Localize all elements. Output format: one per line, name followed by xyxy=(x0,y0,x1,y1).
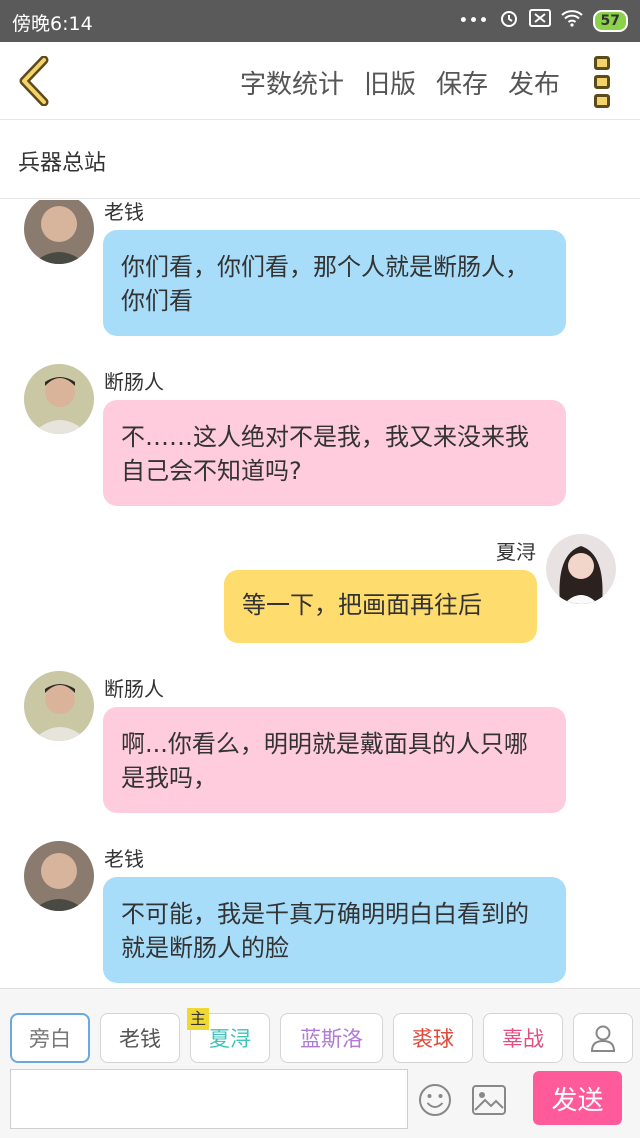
sim-off-icon xyxy=(528,9,551,32)
character-selector: 旁白 老钱 主 夏浔 蓝斯洛 裘球 辜战 xyxy=(10,1008,633,1063)
person-icon xyxy=(590,1025,616,1052)
sender-name: 老钱 xyxy=(104,200,144,224)
message-bubble[interactable]: 不……这人绝对不是我，我又来没来我自己会不知道吗? xyxy=(103,400,566,506)
battery-icon: 57 xyxy=(592,9,628,32)
publish-button[interactable]: 发布 xyxy=(508,64,560,101)
character-button-lansiluo[interactable]: 蓝斯洛 xyxy=(280,1013,383,1063)
smiley-icon xyxy=(419,1084,451,1116)
sender-name: 断肠人 xyxy=(104,677,164,701)
character-label: 老钱 xyxy=(119,1027,161,1051)
chat-area[interactable]: 老钱 你们看，你们看，那个人就是断肠人，你们看 断肠人 不……这人绝对不是我，我… xyxy=(0,200,640,988)
dots-icon: ••• xyxy=(458,10,489,31)
character-label: 裘球 xyxy=(412,1027,454,1051)
status-icons: ••• 57 xyxy=(458,8,628,33)
wifi-icon xyxy=(560,9,583,32)
character-button-qiuqiu[interactable]: 裘球 xyxy=(393,1013,473,1063)
message-bubble[interactable]: 不可能，我是千真万确明明白白看到的就是断肠人的脸 xyxy=(103,877,566,983)
sender-name: 老钱 xyxy=(104,847,144,871)
add-character-button[interactable] xyxy=(573,1013,633,1063)
avatar-duanchangren[interactable] xyxy=(24,671,94,741)
character-button-narrator[interactable]: 旁白 xyxy=(10,1013,90,1063)
status-time: 傍晚6:14 xyxy=(12,13,93,35)
composer-panel: 旁白 老钱 主 夏浔 蓝斯洛 裘球 辜战 发送 xyxy=(0,988,640,1138)
avatar-duanchangren[interactable] xyxy=(24,364,94,434)
image-icon xyxy=(472,1085,506,1115)
image-button[interactable] xyxy=(472,1085,506,1115)
character-label: 夏浔 xyxy=(209,1027,251,1051)
old-version-button[interactable]: 旧版 xyxy=(364,64,416,101)
top-bar: 字数统计 旧版 保存 发布 xyxy=(0,42,640,120)
character-button-guzhan[interactable]: 辜战 xyxy=(483,1013,563,1063)
character-label: 蓝斯洛 xyxy=(300,1027,363,1051)
character-button-xiaxun[interactable]: 主 夏浔 xyxy=(187,1008,270,1063)
save-button[interactable]: 保存 xyxy=(436,64,488,101)
back-button[interactable] xyxy=(14,55,54,107)
send-button[interactable]: 发送 xyxy=(533,1071,622,1125)
word-count-button[interactable]: 字数统计 xyxy=(240,64,344,101)
character-label: 辜战 xyxy=(502,1027,544,1051)
chevron-left-icon xyxy=(19,55,49,107)
character-button-laoqian[interactable]: 老钱 xyxy=(100,1013,180,1063)
message-bubble[interactable]: 啊...你看么，明明就是戴面具的人只哪是我吗， xyxy=(103,707,566,813)
group-name[interactable]: 兵器总站 xyxy=(18,145,106,177)
message-input[interactable] xyxy=(10,1069,408,1129)
more-menu-icon[interactable] xyxy=(594,56,614,108)
status-bar: 傍晚6:14 ••• 57 xyxy=(0,0,640,42)
sender-name: 夏浔 xyxy=(496,540,536,564)
character-label: 旁白 xyxy=(29,1027,71,1051)
emoji-button[interactable] xyxy=(418,1083,452,1117)
toolbar: 字数统计 旧版 保存 发布 xyxy=(240,64,560,101)
avatar-xiaxun[interactable] xyxy=(546,534,616,604)
message-bubble[interactable]: 等一下，把画面再往后 xyxy=(224,570,537,643)
main-character-badge: 主 xyxy=(187,1008,210,1030)
group-bar: 兵器总站 xyxy=(0,121,640,199)
alarm-icon xyxy=(499,8,519,33)
message-bubble[interactable]: 你们看，你们看，那个人就是断肠人，你们看 xyxy=(103,230,566,336)
sender-name: 断肠人 xyxy=(104,370,164,394)
avatar-laoqian[interactable] xyxy=(24,200,94,264)
avatar-laoqian[interactable] xyxy=(24,841,94,911)
